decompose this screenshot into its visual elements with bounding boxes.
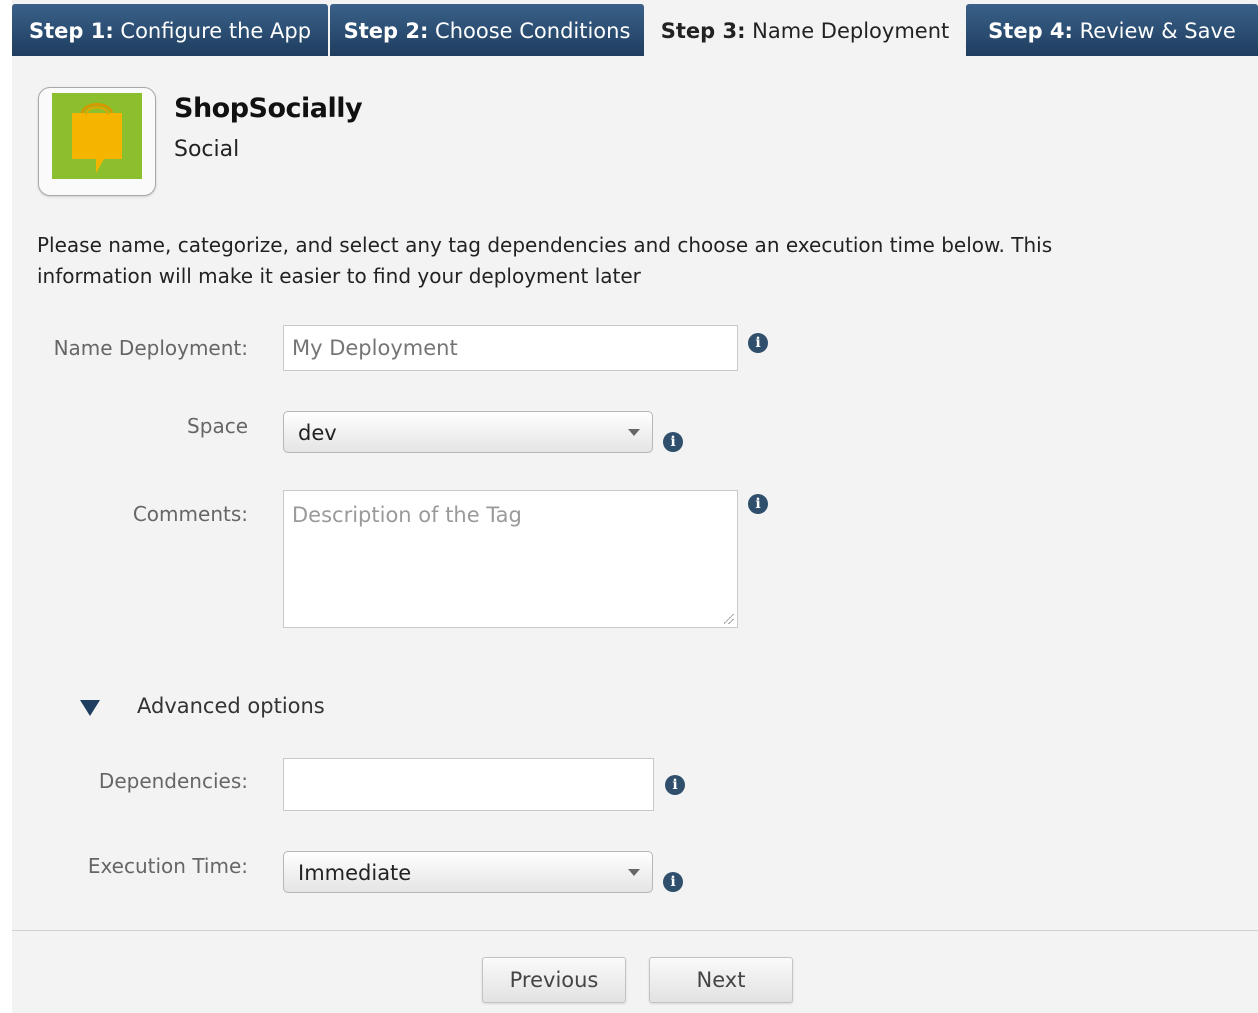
- footer-divider: [12, 930, 1258, 931]
- intro-text: Please name, categorize, and select any …: [37, 233, 1053, 288]
- tab-step-number: Step 2:: [343, 19, 429, 43]
- tab-review-save[interactable]: Step 4: Review & Save: [966, 4, 1258, 56]
- app-icon-tile: [52, 93, 142, 179]
- tab-configure-app[interactable]: Step 1: Configure the App: [12, 4, 328, 56]
- info-icon[interactable]: i: [748, 494, 768, 514]
- app-icon: [38, 87, 156, 196]
- execution-time-select[interactable]: Immediate: [283, 851, 653, 893]
- app-category: Social: [174, 137, 240, 162]
- tab-step-number: Step 4:: [988, 19, 1073, 43]
- next-button[interactable]: Next: [649, 957, 793, 1003]
- tab-label: Review & Save: [1079, 19, 1236, 43]
- tab-choose-conditions[interactable]: Step 2: Choose Conditions: [330, 4, 644, 56]
- comments-textarea[interactable]: Description of the Tag: [283, 490, 738, 628]
- previous-button[interactable]: Previous: [482, 957, 626, 1003]
- execution-time-label: Execution Time:: [87, 854, 248, 878]
- space-selected-value: dev: [298, 421, 337, 445]
- step-tabs: Step 1: Configure the App Step 2: Choose…: [12, 4, 1258, 58]
- info-icon[interactable]: i: [665, 775, 685, 795]
- name-deployment-input[interactable]: [283, 325, 738, 371]
- tab-label: Name Deployment: [752, 19, 950, 43]
- tab-step-number: Step 1:: [28, 19, 114, 43]
- name-deployment-label: Name Deployment:: [53, 336, 248, 360]
- dependencies-input[interactable]: [283, 758, 654, 811]
- app-name: ShopSocially: [174, 93, 363, 124]
- chevron-down-icon: [628, 869, 640, 876]
- space-select[interactable]: dev: [283, 411, 653, 453]
- execution-time-selected-value: Immediate: [298, 861, 412, 885]
- resize-handle-icon[interactable]: [724, 614, 734, 624]
- chevron-down-icon: [628, 429, 640, 436]
- tab-label: Configure the App: [120, 19, 312, 43]
- advanced-options-toggle[interactable]: Advanced options: [137, 694, 325, 718]
- shopping-bag-speech-icon: [72, 103, 122, 173]
- triangle-down-icon[interactable]: [80, 700, 100, 716]
- tab-step-number: Step 3:: [660, 19, 746, 43]
- info-icon[interactable]: i: [748, 333, 768, 353]
- comments-label: Comments:: [132, 502, 248, 526]
- info-icon[interactable]: i: [663, 872, 683, 892]
- info-icon[interactable]: i: [663, 432, 683, 452]
- tab-name-deployment[interactable]: Step 3: Name Deployment: [647, 4, 963, 58]
- comments-placeholder: Description of the Tag: [292, 503, 522, 527]
- dependencies-label: Dependencies:: [98, 769, 248, 793]
- tab-label: Choose Conditions: [435, 19, 631, 43]
- space-label: Space: [187, 414, 248, 438]
